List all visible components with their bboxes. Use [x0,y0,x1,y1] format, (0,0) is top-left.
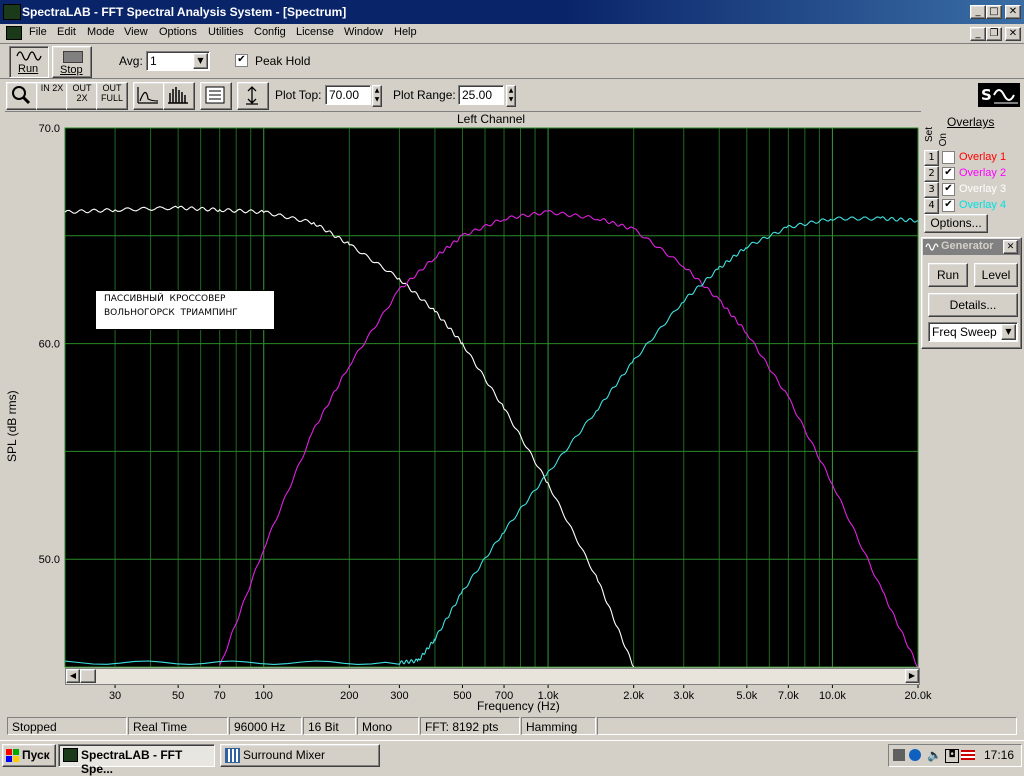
status-mode: Real Time [128,717,228,735]
y-tick-label: 70.0 [39,123,60,135]
on-column-label: On [938,133,949,147]
generator-run-label: Run [936,268,959,282]
x-tick-label: 50 [172,690,184,702]
x-tick-label: 7.0k [778,690,799,702]
status-sample-rate: 96000 Hz [229,717,302,735]
set-column-label: Set [924,127,935,143]
taskbar: Пуск SpectraLAB - FFT Spe... Surround Mi… [0,740,1024,776]
network-icon[interactable] [893,749,905,761]
overlays-header: Overlays [947,115,995,129]
x-tick-label: 2.0k [623,690,644,702]
overlay-set-button-3[interactable]: 3 [924,182,939,198]
annotation-line-2: ВОЛЬНОГОРСК ТРИАМПИНГ [104,308,238,318]
options-label: Options... [930,216,982,230]
generator-run-button[interactable]: Run [928,263,968,287]
task-label: Surround Mixer [243,748,326,762]
speaker-icon[interactable]: 🔈 [927,748,942,762]
task-spectralab[interactable]: SpectraLAB - FFT Spe... [58,744,215,776]
spectralab-task-icon [63,748,78,762]
annotation-box: ПАССИВНЫЙ КРОССОВЕР ВОЛЬНОГОРСК ТРИАМПИН… [95,290,275,330]
spectrum-chart: 70.0 60.0 50.0 30 50 70 100 200 300 500 700 1.0k 2.0… [39,123,932,702]
task-label: SpectraLAB - FFT Spe... [81,748,183,776]
x-tick-label: 700 [495,690,513,702]
horizontal-scrollbar[interactable]: ◀ ▶ [65,668,920,685]
x-tick-label: 20.0k [905,690,932,702]
scroll-right-button[interactable]: ▶ [905,669,919,683]
mixer-icon [225,748,240,763]
status-fft-size: FFT: 8192 pts [420,717,520,735]
start-label: Пуск [22,748,50,762]
update-icon[interactable] [909,749,921,761]
task-surround-mixer[interactable]: Surround Mixer [220,744,380,767]
chevron-down-icon[interactable]: ▼ [1001,324,1016,340]
generator-level-label: Level [981,268,1011,282]
overlay-label-3: Overlay 3 [959,183,1007,195]
y-tick-label: 60.0 [39,339,60,351]
generator-mode-value: Freq Sweep [932,325,997,339]
generator-wave-icon [925,243,939,251]
overlay-label-1: Overlay 1 [959,151,1007,163]
scroll-thumb[interactable] [80,669,96,683]
system-tray: 🔈 ◘ 17:16 [888,744,1022,767]
generator-close-button[interactable]: ✕ [1003,240,1018,254]
start-button[interactable]: Пуск [2,744,56,767]
overlay-set-button-4[interactable]: 4 [924,198,939,214]
x-tick-label: 200 [340,690,358,702]
generator-title-bar: Generator ✕ [923,239,1020,255]
x-tick-label: 300 [390,690,408,702]
generator-details-label: Details... [949,298,997,312]
x-tick-label: 70 [214,690,226,702]
overlay-checkbox-4[interactable]: ✔ [942,199,955,212]
x-tick-label: 10.0k [819,690,846,702]
clock: 17:16 [984,748,1015,762]
x-tick-label: 30 [109,690,121,702]
status-state: Stopped [7,717,127,735]
overlay-checkbox-1[interactable] [942,151,955,164]
y-tick-label: 50.0 [39,554,60,566]
overlay-set-button-2[interactable]: 2 [924,166,939,182]
overlays-panel: Set On Overlays 1 Overlay 1 2 ✔ Overlay 2 3 ✔ O… [922,111,1022,236]
annotation-line-1: ПАССИВНЫЙ КРОССОВЕР [104,294,226,304]
status-bit-depth: 16 Bit [303,717,356,735]
x-tick-label: 1.0k [538,690,559,702]
generator-panel: Generator ✕ Run Level Details... Freq Sw… [921,237,1022,349]
overlay-options-button[interactable]: Options... [924,214,988,233]
generator-details-button[interactable]: Details... [928,293,1018,317]
status-empty [597,717,1017,735]
plot-area [65,128,918,667]
generator-title: Generator [941,240,994,252]
generator-mode-select[interactable]: Freq Sweep ▼ [928,322,1018,342]
overlay-label-4: Overlay 4 [959,199,1007,211]
windows-logo-icon [6,749,19,762]
x-tick-label: 3.0k [673,690,694,702]
x-tick-label: 500 [453,690,471,702]
scroll-left-button[interactable]: ◀ [66,669,80,683]
overlay-checkbox-3[interactable]: ✔ [942,183,955,196]
overlay-checkbox-2[interactable]: ✔ [942,167,955,180]
status-window: Hamming [521,717,596,735]
x-tick-label: 5.0k [736,690,757,702]
device-icon[interactable]: ◘ [945,749,959,763]
overlay-set-button-1[interactable]: 1 [924,150,939,166]
overlay-label-2: Overlay 2 [959,167,1007,179]
x-tick-label: 100 [255,690,273,702]
status-channels: Mono [357,717,419,735]
generator-level-button[interactable]: Level [974,263,1018,287]
language-flag-icon[interactable] [961,750,975,760]
